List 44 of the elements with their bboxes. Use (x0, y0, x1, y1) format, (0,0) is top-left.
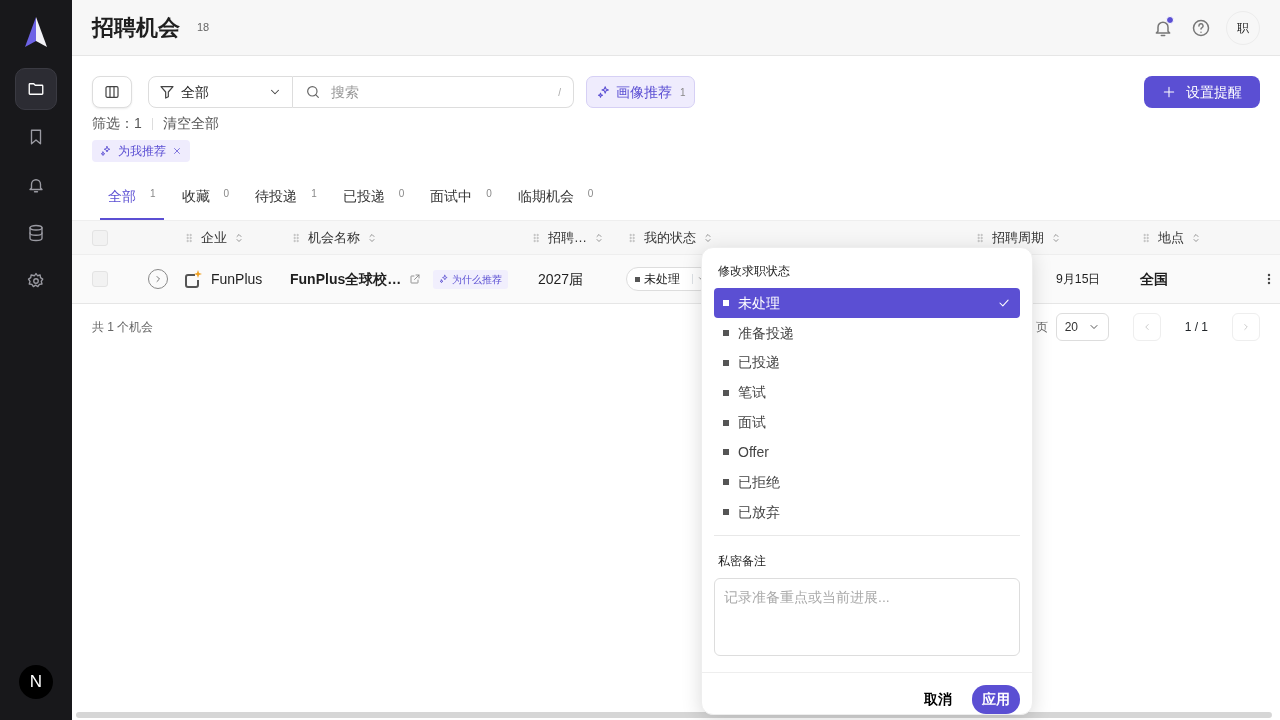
shortcut-hint: / (558, 85, 561, 100)
location-cell-text: 全国 (1140, 269, 1169, 289)
user-avatar[interactable]: N (19, 665, 53, 699)
note-field[interactable]: 记录准备重点或当前进展... (714, 578, 1020, 657)
status-option[interactable]: 未处理 (714, 288, 1020, 319)
note-label: 私密备注 (718, 553, 767, 570)
filter-count: 筛选：1 (92, 114, 142, 133)
company-name: FunPlus (211, 269, 263, 289)
why-recommended-tag[interactable]: 为什么推荐 (433, 269, 509, 289)
column-header[interactable]: 招聘周期 (992, 227, 1044, 248)
page-indicator: 1 / 1 (1184, 319, 1208, 336)
page-title: 招聘机会 (92, 14, 180, 42)
filter-chip: 为我推荐 (92, 140, 190, 162)
status-option[interactable]: 面试 (714, 407, 1020, 438)
profile-recommend-button[interactable]: 画像推荐 1 (586, 76, 695, 108)
filter-dropdown[interactable]: 全部 (148, 76, 293, 108)
cancel-button[interactable]: 取消 (918, 688, 958, 712)
column-header[interactable]: 企业 (201, 227, 227, 248)
tab[interactable]: 已投递 0 (334, 186, 413, 220)
column-header[interactable]: 我的状态 (644, 227, 696, 248)
apply-button[interactable]: 应用 (972, 685, 1020, 715)
tab[interactable]: 临期机会 0 (509, 186, 602, 220)
tab[interactable]: 待投递 1 (247, 186, 325, 220)
status-option[interactable]: 已投递 (714, 348, 1020, 378)
total-count: 共 1 个机会 (92, 319, 154, 336)
batch-cell-text: 2027届 (537, 269, 585, 289)
status-option[interactable]: 笔试 (714, 377, 1020, 408)
status-option[interactable]: 已拒绝 (714, 467, 1020, 498)
count: 18 (197, 20, 210, 36)
set-reminder-button[interactable]: 设置提醒 (1144, 76, 1260, 108)
status-option[interactable]: Offer (714, 437, 1020, 468)
popover-title: 修改求职状态 (718, 263, 791, 280)
column-header[interactable]: 招聘… (548, 227, 587, 248)
column-header[interactable]: 机会名称 (308, 227, 360, 248)
column-header[interactable]: 地点 (1158, 227, 1184, 248)
recruitment-cycle-cell-text: 9月15日 (1056, 270, 1101, 288)
tab[interactable]: 收藏 0 (173, 186, 238, 220)
page-size-dropdown[interactable]: 20 (1055, 313, 1109, 341)
opportunity-name[interactable]: FunPlus全球校… (290, 268, 402, 290)
page-size-label: 页 (1035, 319, 1048, 336)
tab[interactable]: 面试中 0 (422, 186, 500, 220)
clear-all-link[interactable]: 清空全部 (162, 113, 219, 134)
status-option[interactable]: 已放弃 (714, 497, 1020, 527)
status-option[interactable]: 准备投递 (714, 318, 1020, 349)
